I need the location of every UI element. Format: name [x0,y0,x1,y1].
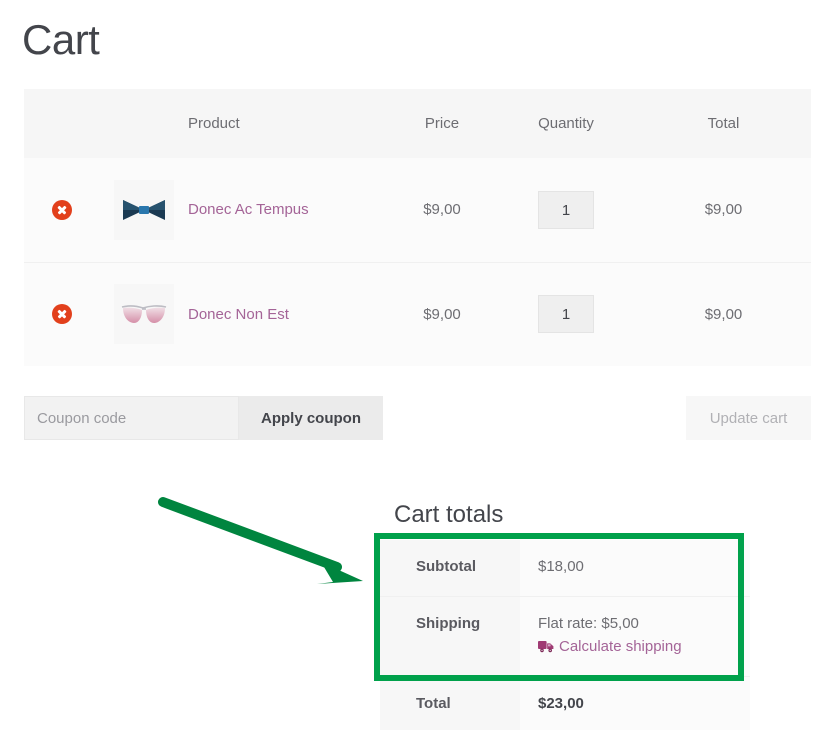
product-link[interactable]: Donec Non Est [188,306,289,323]
bow-tie-thumbnail[interactable] [114,179,174,240]
shipping-row: Shipping Flat rate: $5,00 Calculate ship… [380,595,750,676]
cart-page: Cart Product Price Quantity Total Donec … [0,0,823,750]
shipping-label: Shipping [380,595,520,676]
cell-quantity: 1 [496,158,636,262]
subtotal-row: Subtotal $18,00 [380,540,750,596]
coupon-code-input[interactable] [24,396,239,440]
cell-quantity: 1 [496,261,636,366]
shipping-rate-text: Flat rate: $5,00 [538,614,639,632]
column-header-remove [24,89,100,158]
cell-product-name: Donec Non Est [188,261,388,366]
total-row: Total $23,00 [380,675,750,730]
column-header-price: Price [388,89,496,158]
apply-coupon-button[interactable]: Apply coupon [239,396,383,440]
subtotal-label: Subtotal [380,540,520,596]
shipping-value: Flat rate: $5,00 Calculate shipping [520,595,750,676]
cell-remove [24,158,100,262]
update-cart-button[interactable]: Update cart [686,396,811,440]
cell-price: $9,00 [388,261,496,366]
green-arrow-annotation [158,497,363,584]
table-row: Donec Non Est $9,00 1 $9,00 [24,261,811,366]
remove-item-icon[interactable] [52,304,72,325]
cell-price: $9,00 [388,158,496,262]
cell-remove [24,261,100,366]
cart-table-header-row: Product Price Quantity Total [24,89,811,158]
cell-line-total: $9,00 [636,261,811,366]
cell-product-name: Donec Ac Tempus [188,158,388,262]
remove-item-icon[interactable] [52,199,72,220]
column-header-total: Total [636,89,811,158]
column-header-quantity: Quantity [496,89,636,158]
cart-totals-table: Subtotal $18,00 Shipping Flat rate: $5,0… [380,540,750,730]
calculate-shipping-label: Calculate shipping [559,637,682,655]
bow-tie-icon [123,199,165,220]
cart-table-body: Donec Ac Tempus $9,00 1 $9,00 Donec Non … [24,158,811,366]
column-header-product: Product [188,89,388,158]
quantity-input[interactable]: 1 [538,295,594,334]
sunglasses-icon [121,305,167,324]
cart-totals-heading: Cart totals [394,501,504,528]
cell-line-total: $9,00 [636,158,811,262]
truck-icon [538,640,554,652]
table-row: Donec Ac Tempus $9,00 1 $9,00 [24,158,811,262]
total-label: Total [380,675,520,730]
column-header-thumbnail [100,89,188,158]
sunglasses-thumbnail[interactable] [114,284,174,345]
cell-thumbnail [100,261,188,366]
cart-items-table: Product Price Quantity Total Donec Ac Te… [24,89,811,366]
cart-actions-row: Apply coupon Update cart [24,396,811,440]
cell-thumbnail [100,158,188,262]
product-link[interactable]: Donec Ac Tempus [188,201,309,218]
subtotal-value: $18,00 [520,540,750,596]
page-title: Cart [22,16,100,63]
calculate-shipping-link[interactable]: Calculate shipping [538,638,682,655]
total-value: $23,00 [520,675,750,730]
quantity-input[interactable]: 1 [538,190,594,229]
cart-totals-body: Subtotal $18,00 Shipping Flat rate: $5,0… [380,540,750,730]
cart-table-head: Product Price Quantity Total [24,89,811,158]
